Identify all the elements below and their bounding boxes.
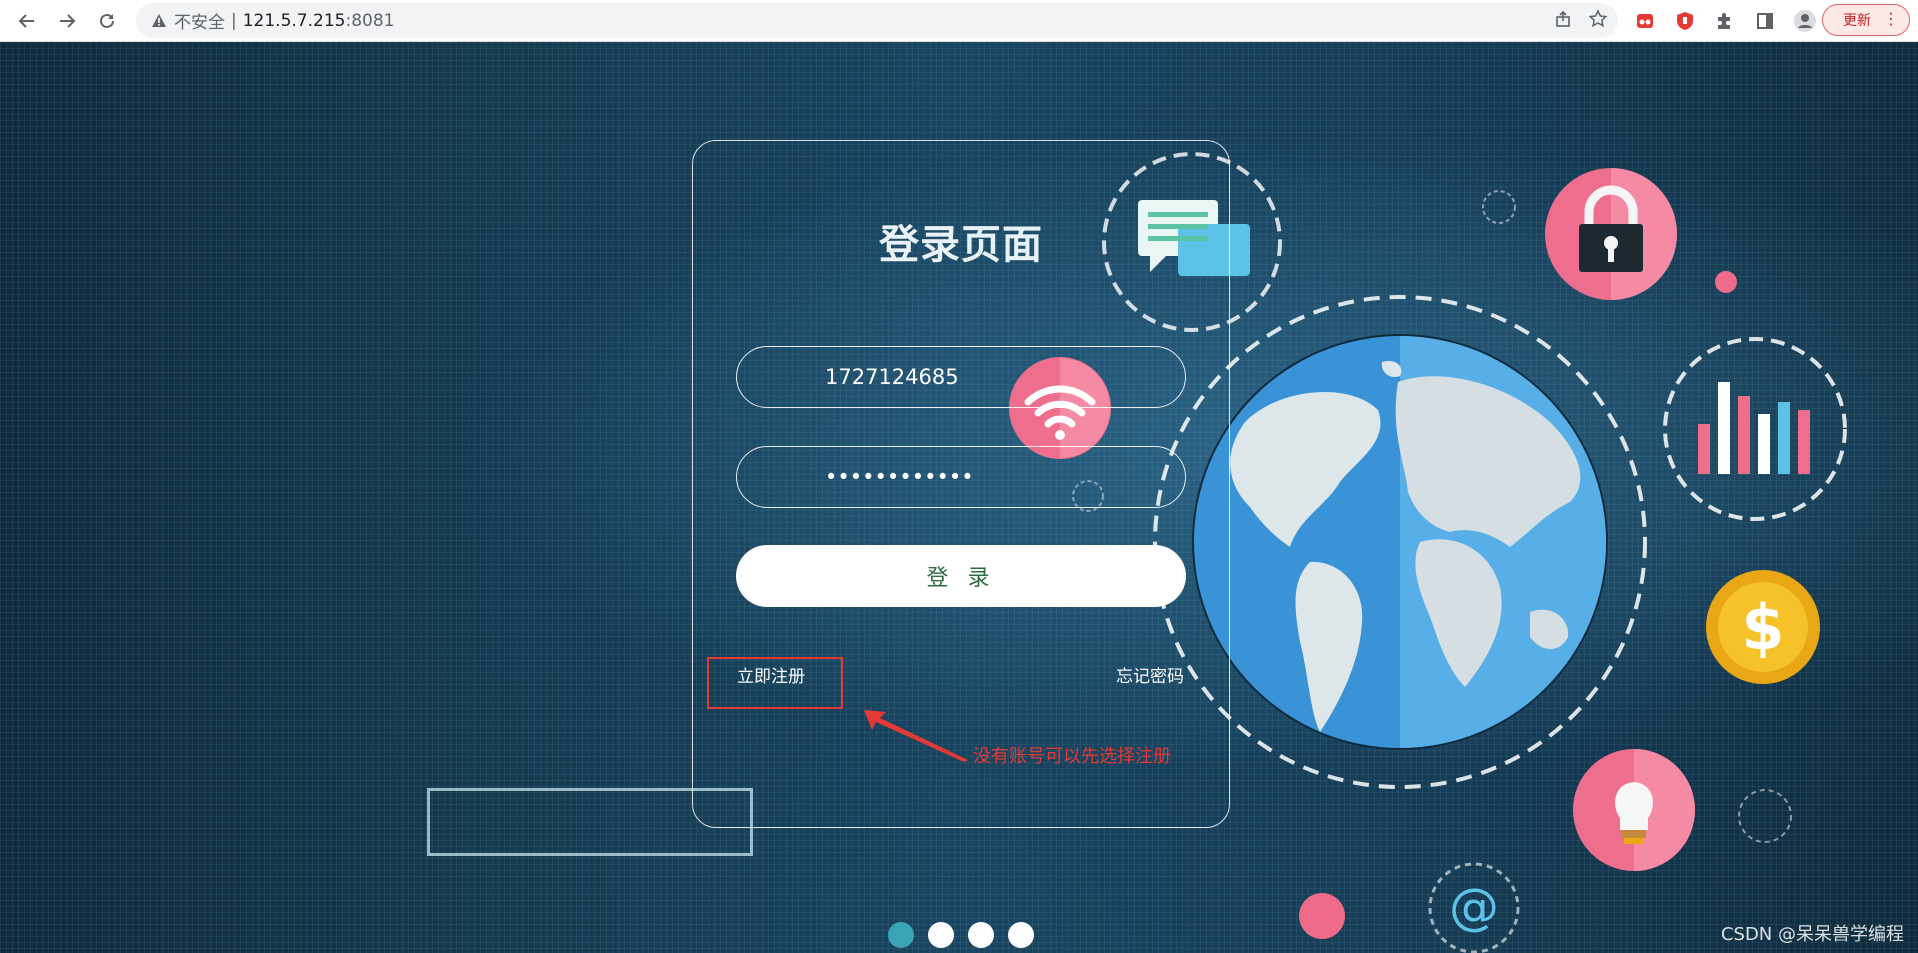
extension-red-icon[interactable] bbox=[1632, 8, 1658, 34]
page-title: 登录页面 bbox=[879, 222, 1043, 268]
carousel-dot-4[interactable] bbox=[1008, 922, 1034, 948]
register-link[interactable]: 立即注册 bbox=[737, 662, 805, 687]
password-input[interactable] bbox=[736, 446, 1186, 508]
extension-icon[interactable] bbox=[1712, 8, 1738, 34]
profile-icon[interactable] bbox=[1792, 8, 1818, 34]
url-separator: | bbox=[231, 10, 237, 31]
login-page: $ @ 登录页面 1727124685 •••••••••••• 登 录 立即注… bbox=[0, 42, 1918, 953]
forward-icon[interactable] bbox=[54, 8, 80, 34]
svg-text:$: $ bbox=[1741, 591, 1784, 664]
carousel-dot-2[interactable] bbox=[928, 922, 954, 948]
username-input[interactable] bbox=[736, 346, 1186, 408]
reload-icon[interactable] bbox=[94, 8, 120, 34]
watermark: CSDN @呆呆兽学编程 bbox=[1720, 924, 1904, 945]
url-text: 121.5.7.215:8081 bbox=[243, 11, 395, 31]
carousel-dot-1[interactable] bbox=[888, 922, 914, 948]
annotation-text: 没有账号可以先选择注册 bbox=[973, 746, 1171, 767]
ring-decoration bbox=[1480, 188, 1518, 230]
warning-icon bbox=[150, 12, 168, 30]
lightbulb-icon bbox=[1572, 748, 1696, 876]
carousel-indicator bbox=[888, 922, 1034, 948]
share-icon[interactable] bbox=[1554, 9, 1574, 33]
forgot-password-link[interactable]: 忘记密码 bbox=[1116, 662, 1184, 687]
url-port: :8081 bbox=[345, 10, 395, 31]
sidebar-icon[interactable] bbox=[1752, 8, 1778, 34]
update-button[interactable]: 更新 ⋮ bbox=[1822, 4, 1910, 36]
login-button[interactable]: 登 录 bbox=[736, 545, 1186, 607]
bar-chart-icon bbox=[1660, 334, 1850, 528]
red-dot bbox=[1298, 892, 1346, 944]
update-label: 更新 bbox=[1843, 13, 1871, 29]
security-label: 不安全 bbox=[174, 13, 225, 33]
ring-decoration-3 bbox=[1735, 786, 1795, 850]
svg-text:@: @ bbox=[1449, 878, 1499, 936]
dollar-icon: $ bbox=[1705, 569, 1821, 689]
menu-icon[interactable]: ⋮ bbox=[1883, 9, 1899, 29]
pink-dot bbox=[1714, 270, 1738, 298]
carousel-dot-3[interactable] bbox=[968, 922, 994, 948]
star-icon[interactable] bbox=[1588, 9, 1608, 33]
back-icon[interactable] bbox=[14, 8, 40, 34]
address-bar[interactable]: 不安全 | 121.5.7.215:8081 bbox=[136, 3, 1618, 38]
browser-toolbar: 不安全 | 121.5.7.215:8081 更新 ⋮ bbox=[0, 0, 1918, 42]
url-host: 121.5.7.215 bbox=[242, 10, 346, 31]
at-sign-icon: @ bbox=[1426, 860, 1522, 953]
lock-icon bbox=[1543, 166, 1679, 306]
extension-shield-icon[interactable] bbox=[1672, 8, 1698, 34]
annotation-arrow bbox=[864, 710, 968, 762]
